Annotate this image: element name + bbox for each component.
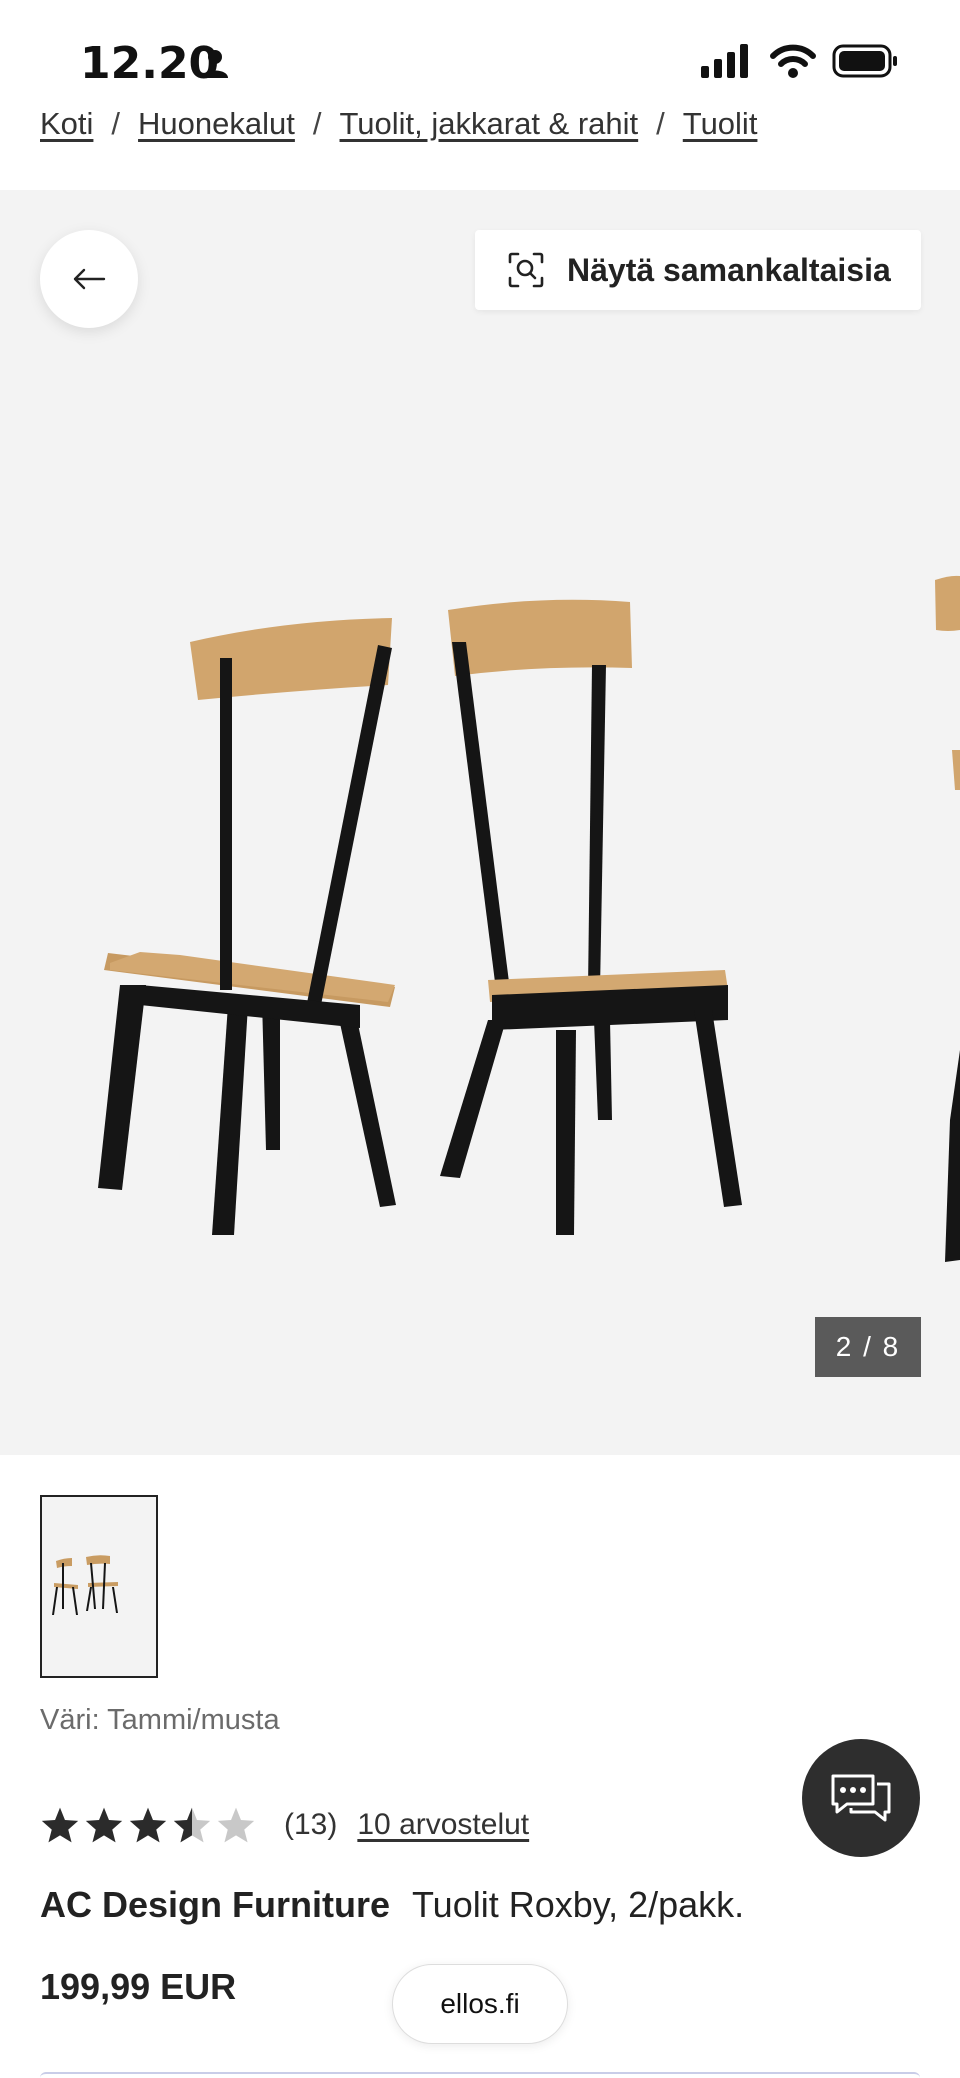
breadcrumb-separator: / (312, 106, 322, 141)
image-counter: 2 / 8 (815, 1317, 921, 1377)
breadcrumb: Koti / Huonekalut / Tuolit, jakkarat & rahit… (40, 106, 757, 142)
rating-count: (13) (284, 1808, 338, 1841)
breadcrumb-separator: / (111, 106, 121, 141)
breadcrumb-tuolit-jakkarat-rahit[interactable]: Tuolit, jakkarat & rahit (340, 106, 639, 141)
breadcrumb-tuolit[interactable]: Tuolit (683, 106, 758, 141)
gallery-thumbnail[interactable] (40, 1495, 158, 1678)
thumbnail-image (42, 1497, 156, 1676)
person-icon (202, 50, 228, 78)
product-price: 199,99 EUR (40, 1966, 237, 2007)
star-empty-icon (217, 1807, 255, 1843)
status-icons (701, 44, 900, 83)
product-name: Tuolit Roxby, 2/pakk. (412, 1884, 745, 1925)
star-half-icon (173, 1807, 211, 1843)
star-full-icon (129, 1807, 167, 1843)
breadcrumb-separator: / (656, 106, 665, 141)
product-rating: (13) 10 arvostelut (40, 1806, 529, 1844)
color-label: Väri: Tammi/musta (40, 1704, 280, 1736)
show-similar-label: Näytä samankaltaisia (567, 251, 891, 288)
product-image-gallery[interactable]: Näytä samankaltaisia 2 / 8 (0, 190, 960, 1455)
chair-right (440, 599, 742, 1235)
show-similar-button[interactable]: Näytä samankaltaisia (475, 230, 921, 310)
arrow-left-icon (73, 268, 106, 290)
star-full-icon (41, 1807, 79, 1843)
star-full-icon (85, 1807, 123, 1843)
wifi-icon (769, 44, 816, 78)
rating-stars (40, 1806, 260, 1844)
signal-icon (701, 44, 749, 78)
status-bar: 12.20 (0, 0, 960, 120)
back-button[interactable] (40, 230, 138, 328)
battery-icon (832, 44, 897, 78)
chat-button[interactable] (802, 1739, 920, 1857)
product-image[interactable] (0, 190, 960, 1455)
next-section-edge (40, 2072, 920, 2078)
chat-bubbles-icon (831, 1774, 891, 1822)
visual-search-icon (508, 252, 544, 288)
chair-left (98, 618, 396, 1235)
status-time: 12.20 (80, 38, 220, 89)
site-url-pill[interactable]: ellos.fi (392, 1964, 568, 2044)
product-brand[interactable]: AC Design Furniture (40, 1884, 390, 1925)
breadcrumb-koti[interactable]: Koti (40, 106, 93, 141)
reviews-link[interactable]: 10 arvostelut (357, 1808, 529, 1842)
chair-edge (935, 575, 960, 1262)
breadcrumb-huonekalut[interactable]: Huonekalut (138, 106, 295, 141)
product-title: AC Design Furniture Tuolit Roxby, 2/pakk. (40, 1884, 744, 1926)
